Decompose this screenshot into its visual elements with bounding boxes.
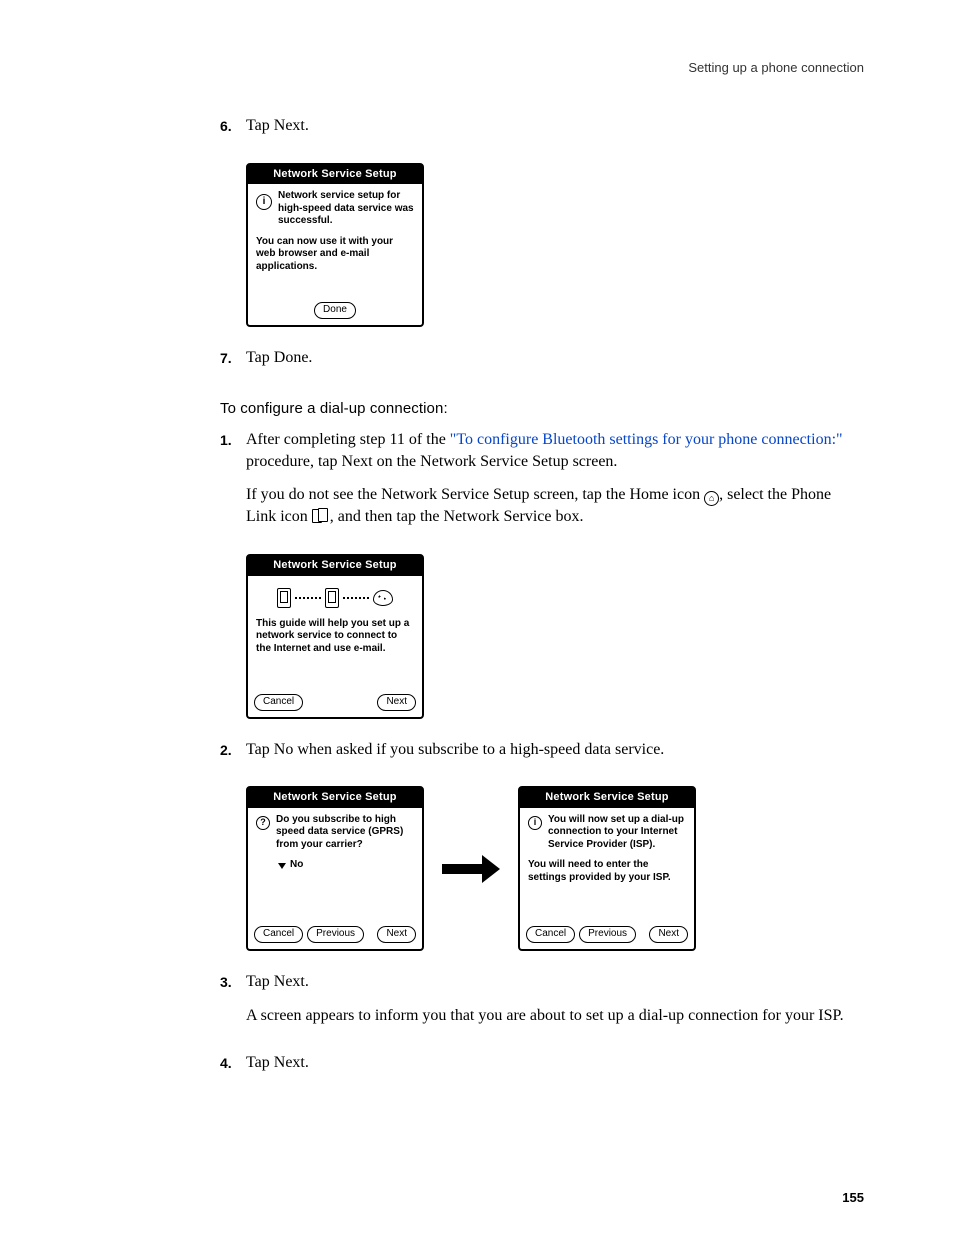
- text-pre: After completing step 11 of the: [246, 431, 450, 448]
- palm-body: This guide will help you set up a networ…: [248, 576, 422, 694]
- palm-body: i You will now set up a dial-up connecti…: [520, 808, 694, 926]
- xref-link[interactable]: "To configure Bluetooth settings for you…: [450, 431, 843, 448]
- previous-button[interactable]: Previous: [579, 926, 636, 943]
- step-text: Tap No when asked if you subscribe to a …: [246, 739, 864, 761]
- palm-title: Network Service Setup: [520, 788, 694, 808]
- cancel-button[interactable]: Cancel: [526, 926, 575, 943]
- palm-dialog-guide: Network Service Setup This guide will he…: [246, 554, 424, 719]
- palm-info-text: Network service setup for high-speed dat…: [278, 190, 414, 228]
- info-icon: i: [256, 194, 272, 210]
- phone-link-icon: [312, 508, 330, 522]
- step-text: Tap Done.: [246, 347, 864, 369]
- step-text: Tap Next.: [246, 1052, 864, 1074]
- palm-body: ? Do you subscribe to high speed data se…: [248, 808, 422, 926]
- step-number: 3.: [220, 971, 246, 1038]
- step-body: Tap Next.: [246, 1052, 864, 1086]
- step-number: 7.: [220, 347, 246, 381]
- info-icon: i: [528, 816, 542, 830]
- palm-body-text: You can now use it with your web browser…: [256, 236, 414, 274]
- next-button[interactable]: Next: [377, 926, 416, 943]
- palm-dialog-success: Network Service Setup i Network service …: [246, 163, 424, 328]
- text-post: procedure, tap Next on the Network Servi…: [246, 453, 617, 470]
- palm-title: Network Service Setup: [248, 556, 422, 576]
- pda-icon: [277, 588, 291, 608]
- step-number: 2.: [220, 739, 246, 773]
- palm-body: i Network service setup for high-speed d…: [248, 184, 422, 302]
- palm-pair: Network Service Setup ? Do you subscribe…: [246, 786, 864, 951]
- page-number: 155: [842, 1190, 864, 1205]
- connection-diagram: [256, 588, 414, 608]
- cancel-button[interactable]: Cancel: [254, 694, 303, 711]
- dotted-line: [295, 597, 321, 599]
- palm-title: Network Service Setup: [248, 788, 422, 808]
- palm-question-text: Do you subscribe to high speed data serv…: [276, 814, 414, 852]
- palm-body-text: You will need to enter the settings prov…: [528, 859, 686, 884]
- step-para: A screen appears to inform you that you …: [246, 1005, 864, 1027]
- question-icon: ?: [256, 816, 270, 830]
- palm-title: Network Service Setup: [248, 165, 422, 185]
- next-button[interactable]: Next: [377, 694, 416, 711]
- step-6: 6. Tap Next.: [220, 115, 864, 149]
- arrow-right-icon: [442, 855, 500, 883]
- step-2: 2. Tap No when asked if you subscribe to…: [220, 739, 864, 773]
- text-a: If you do not see the Network Service Se…: [246, 486, 704, 503]
- step-3: 3. Tap Next. A screen appears to inform …: [220, 971, 864, 1038]
- step-7: 7. Tap Done.: [220, 347, 864, 381]
- page: Setting up a phone connection 6. Tap Nex…: [0, 0, 954, 1235]
- step-para2: If you do not see the Network Service Se…: [246, 484, 864, 527]
- step-4: 4. Tap Next.: [220, 1052, 864, 1086]
- step-body: Tap Done.: [246, 347, 864, 381]
- step-body: Tap No when asked if you subscribe to a …: [246, 739, 864, 773]
- step-1: 1. After completing step 11 of the "To c…: [220, 429, 864, 539]
- palm-dialog-dialup: Network Service Setup i You will now set…: [518, 786, 696, 951]
- globe-icon: [373, 590, 393, 606]
- running-header: Setting up a phone connection: [90, 60, 864, 75]
- phone-icon: [325, 588, 339, 608]
- step-number: 4.: [220, 1052, 246, 1086]
- cancel-button[interactable]: Cancel: [254, 926, 303, 943]
- dropdown-value: No: [290, 859, 303, 872]
- content-column: 6. Tap Next. Network Service Setup i Net…: [220, 115, 864, 1086]
- subheading-dialup: To configure a dial-up connection:: [220, 399, 864, 419]
- palm-info-text: You will now set up a dial-up connection…: [548, 814, 686, 852]
- step-body: Tap Next.: [246, 115, 864, 149]
- dotted-line: [343, 597, 369, 599]
- text-c: , and then tap the Network Service box.: [330, 508, 584, 525]
- chevron-down-icon: [278, 863, 286, 869]
- step-text: Tap Next.: [246, 115, 864, 137]
- home-icon: ⌂: [704, 491, 719, 506]
- palm-dialog-gprs: Network Service Setup ? Do you subscribe…: [246, 786, 424, 951]
- step-body: After completing step 11 of the "To conf…: [246, 429, 864, 539]
- step-number: 6.: [220, 115, 246, 149]
- palm-body-text: This guide will help you set up a networ…: [256, 618, 414, 656]
- done-button[interactable]: Done: [314, 302, 356, 319]
- step-number: 1.: [220, 429, 246, 539]
- next-button[interactable]: Next: [649, 926, 688, 943]
- step-text: Tap Next.: [246, 971, 864, 993]
- gprs-dropdown[interactable]: No: [278, 859, 414, 872]
- previous-button[interactable]: Previous: [307, 926, 364, 943]
- step-text: After completing step 11 of the "To conf…: [246, 429, 864, 472]
- step-body: Tap Next. A screen appears to inform you…: [246, 971, 864, 1038]
